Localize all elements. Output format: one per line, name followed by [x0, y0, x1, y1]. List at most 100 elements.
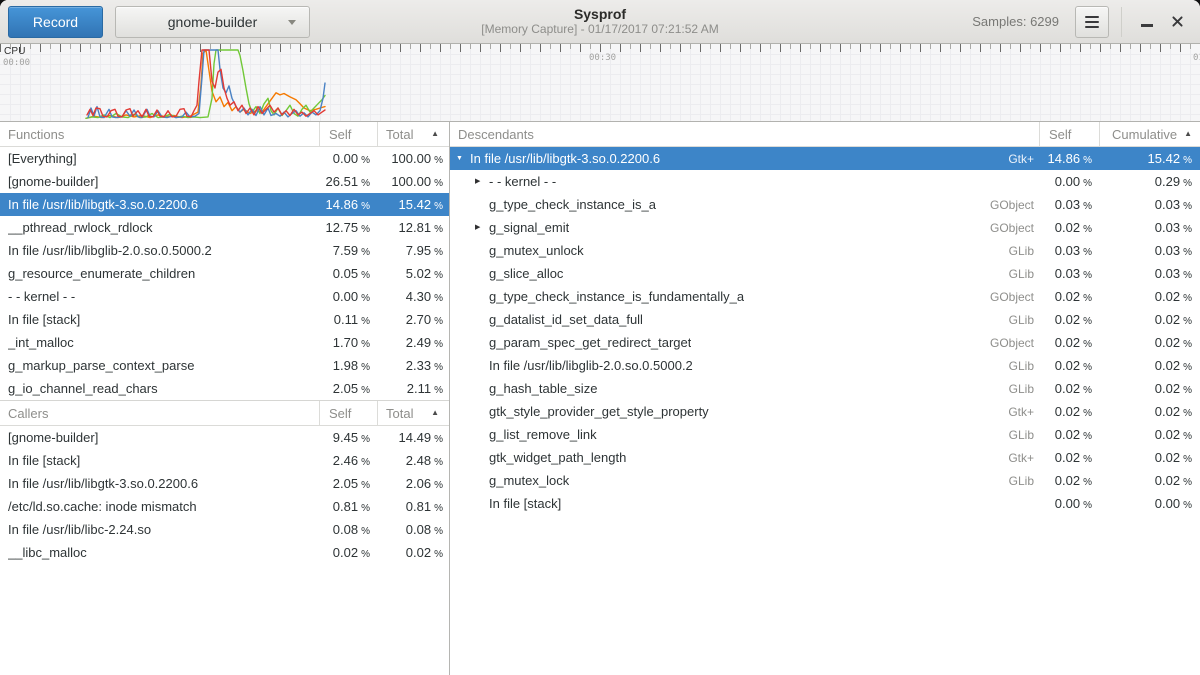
function-name: g_type_check_instance_is_a — [489, 197, 656, 212]
table-row[interactable]: g_type_check_instance_is_fundamentally_a… — [450, 285, 1200, 308]
function-name: In file /usr/lib/libglib-2.0.so.0.5000.2 — [8, 243, 212, 258]
percent-value: 0.03% — [1040, 266, 1100, 281]
percent-sign: % — [434, 293, 443, 304]
percent-value: 0.03% — [1040, 243, 1100, 258]
percent-sign: % — [1083, 293, 1092, 304]
table-row[interactable]: gtk_widget_path_lengthGtk+0.02%0.02% — [450, 446, 1200, 469]
table-row[interactable]: __pthread_rwlock_rdlock12.75%12.81% — [0, 216, 449, 239]
function-name-cell: ▼In file /usr/lib/libgtk-3.so.0.2200.6Gt… — [450, 151, 1040, 166]
table-row[interactable]: g_hash_table_sizeGLib0.02%0.02% — [450, 377, 1200, 400]
percent-number: 0.03 — [1155, 220, 1180, 235]
percent-value: 0.02% — [1100, 312, 1200, 327]
percent-number: 0.03 — [1055, 266, 1080, 281]
function-name-cell: In file /usr/lib/libglib-2.0.so.0.5000.2 — [0, 243, 320, 258]
column-header-self[interactable]: Self — [1040, 122, 1100, 146]
percent-sign: % — [434, 457, 443, 468]
table-row[interactable]: gtk_style_provider_get_style_propertyGtk… — [450, 400, 1200, 423]
table-row[interactable]: ▶g_signal_emitGObject0.02%0.03% — [450, 216, 1200, 239]
percent-sign: % — [1183, 247, 1192, 258]
table-row[interactable]: g_list_remove_linkGLib0.02%0.02% — [450, 423, 1200, 446]
table-row[interactable]: In file /usr/lib/libgtk-3.so.0.2200.62.0… — [0, 472, 449, 495]
minimize-button[interactable] — [1132, 7, 1162, 37]
table-row[interactable]: - - kernel - -0.00%4.30% — [0, 285, 449, 308]
table-row[interactable]: g_markup_parse_context_parse1.98%2.33% — [0, 354, 449, 377]
function-name-cell: g_datalist_id_set_data_fullGLib — [450, 312, 1040, 327]
time-label: 01:00 — [1193, 53, 1200, 63]
table-row[interactable]: In file [stack] 2.46%2.48% — [0, 449, 449, 472]
column-header-descendants[interactable]: Descendants — [450, 122, 1040, 146]
function-name: g_list_remove_link — [489, 427, 597, 442]
table-row[interactable]: [gnome-builder]26.51%100.00% — [0, 170, 449, 193]
function-name: g_datalist_id_set_data_full — [489, 312, 643, 327]
percent-sign: % — [1183, 431, 1192, 442]
table-row[interactable]: In file /usr/lib/libglib-2.0.so.0.5000.2… — [0, 239, 449, 262]
table-row[interactable]: g_datalist_id_set_data_fullGLib0.02%0.02… — [450, 308, 1200, 331]
expand-expander-icon[interactable]: ▶ — [475, 224, 489, 231]
table-row[interactable]: In file /usr/lib/libglib-2.0.so.0.5000.2… — [450, 354, 1200, 377]
percent-value: 14.49% — [378, 430, 449, 445]
percent-value: 12.81% — [378, 220, 449, 235]
table-row[interactable]: g_resource_enumerate_children0.05%5.02% — [0, 262, 449, 285]
percent-number: 0.00 — [333, 151, 358, 166]
function-name: g_resource_enumerate_children — [8, 266, 195, 281]
cpu-timeline[interactable]: 00:0000:3001:00 CPU — [0, 44, 1200, 122]
table-row[interactable]: __libc_malloc0.02%0.02% — [0, 541, 449, 564]
percent-number: 2.46 — [333, 453, 358, 468]
percent-value: 0.02% — [1040, 473, 1100, 488]
column-header-total[interactable]: Total▲ — [378, 122, 449, 146]
library-badge: Gtk+ — [1000, 405, 1040, 419]
close-button[interactable] — [1162, 7, 1192, 37]
column-header-self[interactable]: Self — [320, 122, 378, 146]
table-row[interactable]: g_mutex_unlockGLib0.03%0.03% — [450, 239, 1200, 262]
column-header-functions[interactable]: Functions — [0, 122, 320, 146]
function-name: In file [stack] — [8, 453, 80, 468]
column-header-self[interactable]: Self — [320, 401, 378, 425]
percent-value: 0.00% — [1100, 496, 1200, 511]
table-row[interactable]: g_param_spec_get_redirect_targetGObject0… — [450, 331, 1200, 354]
percent-number: 0.02 — [1055, 335, 1080, 350]
collapse-expander-icon[interactable]: ▼ — [456, 155, 470, 162]
table-row[interactable]: In file [stack]0.11%2.70% — [0, 308, 449, 331]
table-row[interactable]: ▶- - kernel - -0.00%0.29% — [450, 170, 1200, 193]
percent-sign: % — [361, 270, 370, 281]
percent-sign: % — [1083, 339, 1092, 350]
percent-number: 4.30 — [406, 289, 431, 304]
percent-value: 2.48% — [378, 453, 449, 468]
table-row[interactable]: [gnome-builder]9.45%14.49% — [0, 426, 449, 449]
percent-number: 100.00 — [391, 151, 431, 166]
table-row[interactable]: _int_malloc1.70%2.49% — [0, 331, 449, 354]
expand-expander-icon[interactable]: ▶ — [475, 178, 489, 185]
menu-button[interactable] — [1075, 6, 1109, 38]
percent-value: 2.70% — [378, 312, 449, 327]
column-header-callers[interactable]: Callers — [0, 401, 320, 425]
column-header-total[interactable]: Total▲ — [378, 401, 449, 425]
table-row[interactable]: In file [stack]0.00%0.00% — [450, 492, 1200, 515]
column-header-cumulative[interactable]: Cumulative▲ — [1100, 122, 1200, 146]
function-name-cell: g_io_channel_read_chars — [0, 381, 320, 396]
percent-value: 0.00% — [320, 289, 378, 304]
time-label: 00:00 — [3, 58, 30, 68]
table-row[interactable]: g_slice_allocGLib0.03%0.03% — [450, 262, 1200, 285]
percent-number: 15.42 — [399, 197, 432, 212]
percent-value: 2.11% — [378, 381, 449, 396]
percent-number: 12.81 — [399, 220, 432, 235]
function-name-cell: g_type_check_instance_is_aGObject — [450, 197, 1040, 212]
function-name: In file /usr/lib/libc-2.24.so — [8, 522, 151, 537]
table-row[interactable]: In file /usr/lib/libgtk-3.so.0.2200.614.… — [0, 193, 449, 216]
percent-value: 2.33% — [378, 358, 449, 373]
percent-number: 9.45 — [333, 430, 358, 445]
table-row[interactable]: g_type_check_instance_is_aGObject0.03%0.… — [450, 193, 1200, 216]
table-row[interactable]: In file /usr/lib/libc-2.24.so0.08%0.08% — [0, 518, 449, 541]
percent-value: 9.45% — [320, 430, 378, 445]
table-row[interactable]: g_mutex_lockGLib0.02%0.02% — [450, 469, 1200, 492]
record-button[interactable]: Record — [8, 6, 103, 38]
percent-sign: % — [361, 503, 370, 514]
table-row[interactable]: [Everything]0.00%100.00% — [0, 147, 449, 170]
table-row[interactable]: /etc/ld.so.cache: inode mismatch0.81%0.8… — [0, 495, 449, 518]
table-row[interactable]: ▼In file /usr/lib/libgtk-3.so.0.2200.6Gt… — [450, 147, 1200, 170]
process-selector-dropdown[interactable]: gnome-builder — [115, 6, 310, 38]
sort-column-label: Total — [386, 127, 413, 142]
table-row[interactable]: g_io_channel_read_chars2.05%2.11% — [0, 377, 449, 400]
percent-number: 14.86 — [1048, 151, 1081, 166]
percent-number: 0.81 — [406, 499, 431, 514]
